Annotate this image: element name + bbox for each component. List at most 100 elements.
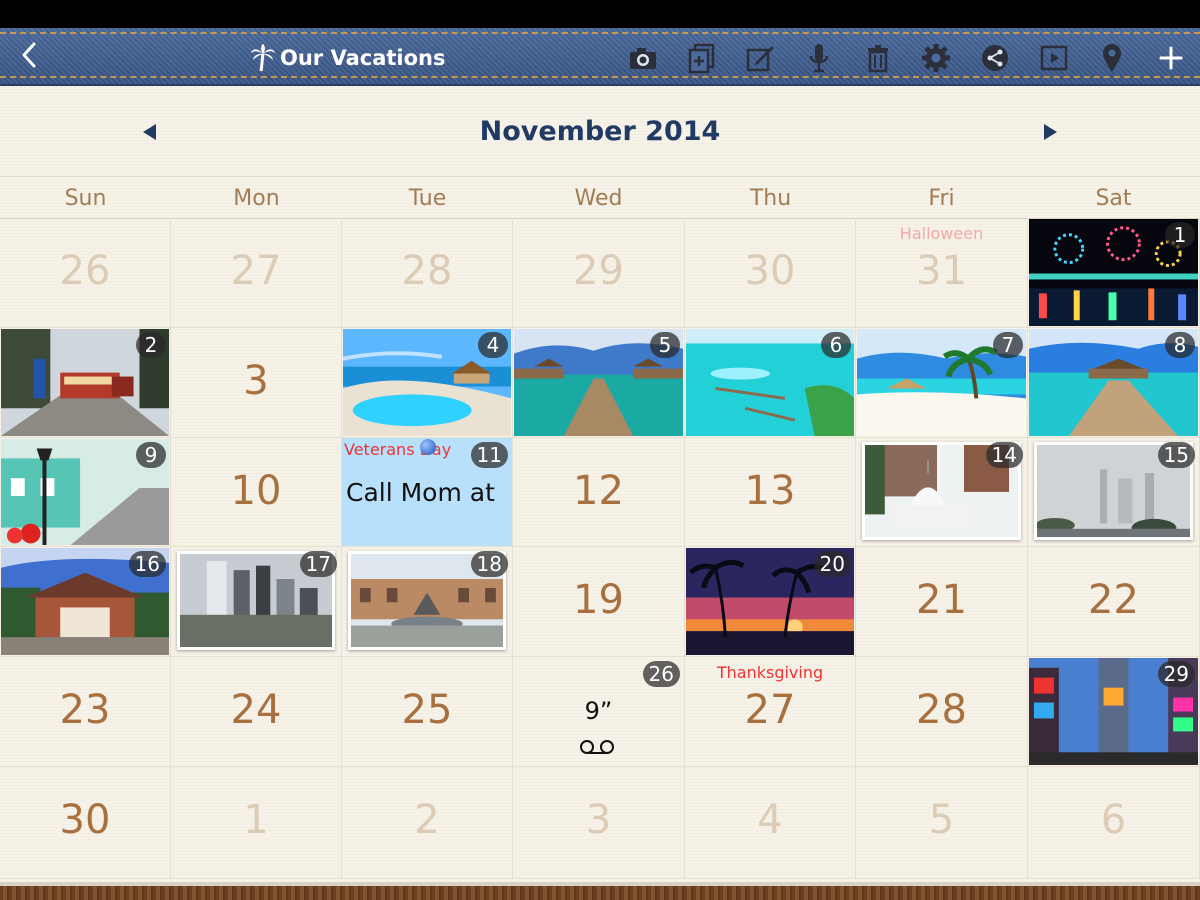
calendar-day-cell[interactable]: 21 (856, 547, 1028, 657)
day-number: 27 (744, 687, 796, 733)
day-number: 30 (59, 797, 111, 843)
location-pin-icon[interactable] (1096, 42, 1128, 74)
weekday-label: Tue (408, 186, 447, 211)
day-number: 5 (928, 797, 955, 843)
back-arrow-icon[interactable] (14, 40, 44, 74)
day-number: 28 (916, 687, 967, 733)
calendar-day-cell[interactable]: 26 (0, 218, 171, 328)
calendar-day-cell[interactable]: 6 (685, 328, 856, 438)
day-number-badge: 18 (470, 551, 508, 577)
calendar-day-cell[interactable]: Halloween 31 (856, 218, 1028, 328)
weekday-label: Sun (64, 186, 107, 211)
calendar-day-cell[interactable]: 5 (513, 328, 685, 438)
day-number: 3 (585, 797, 612, 843)
add-page-icon[interactable] (686, 42, 718, 74)
settings-gear-icon[interactable] (920, 42, 952, 74)
calendar-day-cell[interactable]: 25 (342, 657, 513, 767)
trash-icon[interactable] (862, 42, 894, 74)
calendar-day-cell[interactable]: 18 (342, 547, 513, 657)
microphone-icon[interactable] (803, 42, 835, 74)
next-month-icon[interactable] (1040, 122, 1060, 142)
day-number-badge: 9 (136, 442, 166, 468)
voicemail-icon[interactable] (579, 739, 615, 755)
calendar-day-cell[interactable]: 17 (171, 547, 342, 657)
day-number: 4 (757, 797, 783, 843)
previous-month-icon[interactable] (140, 122, 160, 142)
day-number: 10 (230, 468, 282, 514)
day-number: 26 (59, 248, 111, 294)
calendar-day-cell[interactable]: 19 (513, 547, 685, 657)
calendar-day-cell[interactable]: Call Mom at Veterans Day 11 (342, 438, 513, 547)
calendar-day-cell[interactable]: 8 (1028, 328, 1200, 438)
calendar-grid: 26 27 28 29 30 Halloween 31 1 2 3 4 5 6 7 8 9 10 Call Mom… (0, 218, 1200, 880)
calendar-day-cell[interactable]: 5 (856, 767, 1028, 879)
day-number-badge: 1 (1165, 222, 1195, 248)
day-number-badge: 20 (813, 551, 851, 577)
calendar-day-cell[interactable]: 16 (0, 547, 171, 657)
weekday-header: Sun Mon Tue Wed Thu Fri Sat (0, 176, 1200, 219)
calendar-day-cell[interactable]: 9 (0, 438, 171, 547)
calendar-day-cell[interactable]: 20 (685, 547, 856, 657)
day-number-badge: 16 (128, 551, 166, 577)
calendar-day-cell[interactable]: 1 (1028, 218, 1200, 328)
day-number: 12 (573, 468, 624, 514)
calendar-day-cell[interactable]: 6 (1028, 767, 1200, 879)
holiday-label: Thanksgiving (716, 663, 824, 682)
calendar-day-cell[interactable]: 28 (342, 218, 513, 328)
calendar-day-cell[interactable]: 3 (513, 767, 685, 879)
month-title: November 2014 (479, 116, 721, 147)
calendar-day-cell[interactable]: 30 (0, 767, 171, 879)
camera-icon[interactable] (627, 42, 659, 74)
album-title[interactable]: Our Vacations (250, 42, 445, 74)
calendar-day-cell[interactable]: 13 (685, 438, 856, 547)
calendar-day-cell[interactable]: 14 (856, 438, 1028, 547)
app-toolbar: Our Vacations (0, 28, 1200, 86)
day-number-badge: 6 (821, 332, 851, 358)
day-number: 30 (744, 248, 796, 294)
calendar-day-cell[interactable]: 4 (685, 767, 856, 879)
day-number: 19 (573, 577, 624, 623)
calendar-day-cell[interactable]: 3 (171, 328, 342, 438)
calendar-page: November 2014 Sun Mon Tue Wed Thu Fri Sa… (0, 86, 1200, 882)
wood-footer (0, 882, 1200, 900)
calendar-day-cell[interactable]: 29 (1028, 657, 1200, 767)
day-number: 13 (744, 468, 796, 514)
day-number-badge: 26 (642, 661, 680, 687)
calendar-day-cell[interactable]: 15 (1028, 438, 1200, 547)
day-number-badge: 17 (299, 551, 337, 577)
calendar-day-cell[interactable]: 4 (342, 328, 513, 438)
month-header: November 2014 (0, 86, 1200, 177)
day-number: 24 (230, 687, 282, 733)
calendar-day-cell[interactable]: 10 (171, 438, 342, 547)
day-number-badge: 8 (1165, 332, 1195, 358)
day-number-badge: 15 (1157, 442, 1195, 468)
calendar-day-cell[interactable]: 1 (171, 767, 342, 879)
calendar-day-cell[interactable]: 30 (685, 218, 856, 328)
calendar-day-cell[interactable]: 27 (171, 218, 342, 328)
day-number-badge: 4 (478, 332, 508, 358)
slideshow-icon[interactable] (1038, 42, 1070, 74)
share-icon[interactable] (979, 42, 1011, 74)
day-number: 3 (243, 358, 269, 404)
calendar-day-cell[interactable]: 29 (513, 218, 685, 328)
weekday-label: Sat (1095, 186, 1132, 211)
weekday-label: Fri (928, 186, 955, 211)
calendar-day-cell[interactable]: 12 (513, 438, 685, 547)
calendar-day-cell[interactable]: 26 9” (513, 657, 685, 767)
calendar-day-cell[interactable]: 7 (856, 328, 1028, 438)
day-number-badge: 7 (993, 332, 1023, 358)
palm-tree-icon (251, 44, 275, 72)
day-number: 31 (916, 248, 967, 294)
calendar-day-cell[interactable]: 2 (342, 767, 513, 879)
calendar-day-cell[interactable]: 24 (171, 657, 342, 767)
calendar-day-cell[interactable]: Thanksgiving 27 (685, 657, 856, 767)
edit-icon[interactable] (744, 42, 776, 74)
calendar-day-cell[interactable]: 2 (0, 328, 171, 438)
weekday-label: Mon (233, 186, 280, 211)
push-pin-icon (420, 439, 436, 455)
add-icon[interactable] (1155, 42, 1187, 74)
day-number-badge: 29 (1157, 661, 1195, 687)
calendar-day-cell[interactable]: 28 (856, 657, 1028, 767)
calendar-day-cell[interactable]: 23 (0, 657, 171, 767)
calendar-day-cell[interactable]: 22 (1028, 547, 1200, 657)
